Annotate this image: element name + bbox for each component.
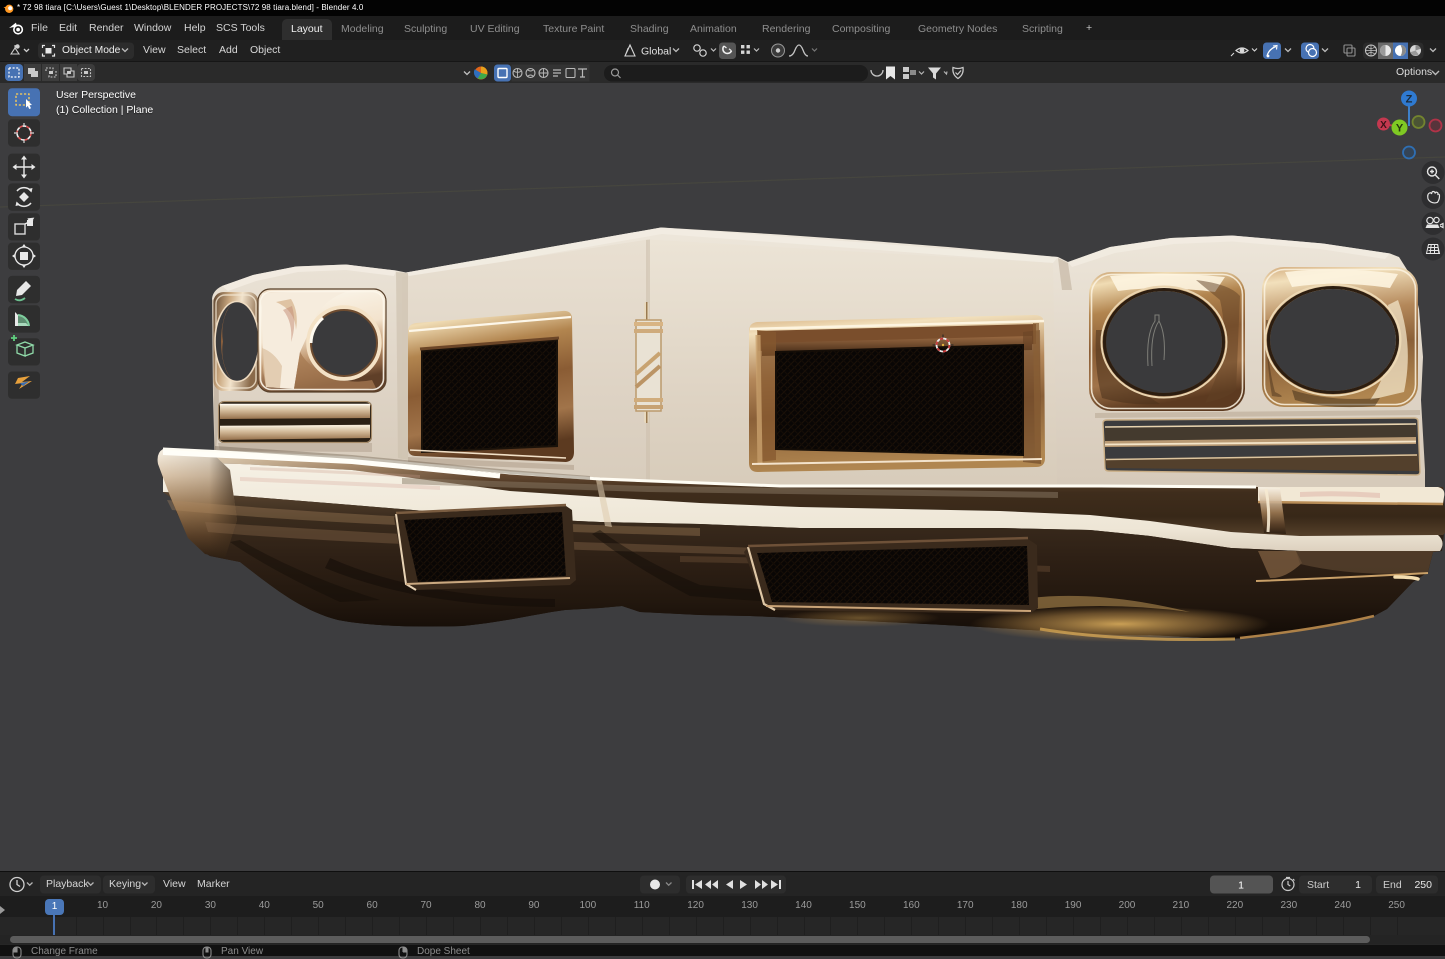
svg-text:End: End [1383,879,1402,891]
svg-text:Y: Y [1396,123,1404,135]
svg-text:X: X [1380,120,1387,131]
svg-text:Global: Global [641,46,671,58]
svg-text:1: 1 [1355,879,1361,891]
svg-text:250: 250 [1414,879,1432,891]
svg-text:1: 1 [1238,880,1244,892]
svg-text:Z: Z [1406,94,1413,106]
svg-text:Start: Start [1307,879,1329,891]
